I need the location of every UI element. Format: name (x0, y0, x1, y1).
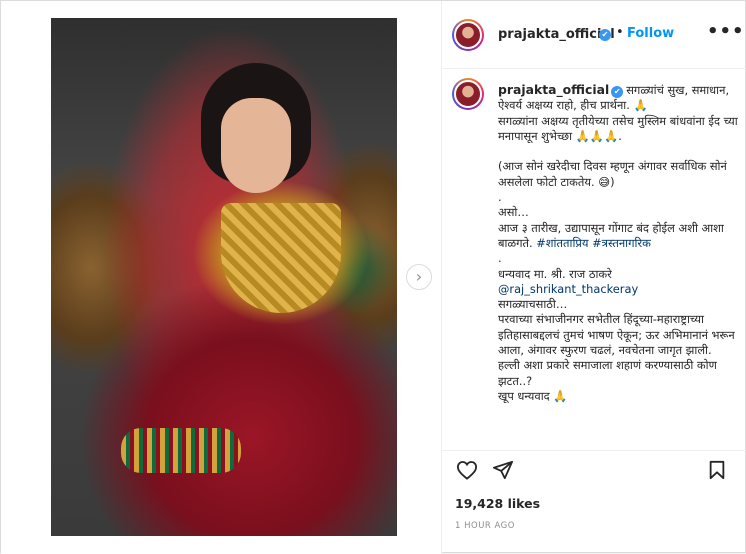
caption-text: . धन्यवाद मा. श्री. राज ठाकरे (498, 251, 612, 281)
post-header: prajakta_official ✔ • Follow ••• (442, 1, 746, 69)
post-panel: prajakta_official ✔ • Follow ••• prajakt… (441, 1, 746, 554)
more-options-icon[interactable]: ••• (707, 21, 745, 42)
avatar[interactable] (452, 19, 484, 51)
photo-detail (221, 98, 291, 193)
post-timestamp[interactable]: 1 HOUR AGO (455, 521, 515, 531)
caption-username[interactable]: prajakta_official (498, 82, 609, 97)
verified-badge-icon: ✔ (611, 86, 624, 98)
avatar[interactable] (452, 78, 484, 110)
media-column: › (1, 1, 441, 554)
likes-count[interactable]: 19,428 likes (455, 496, 540, 511)
paper-plane-icon[interactable] (492, 460, 514, 484)
post-actions: 19,428 likes 1 HOUR AGO (442, 450, 746, 554)
author-username[interactable]: prajakta_official (498, 27, 615, 42)
caption-area: prajakta_official ✔ सगळ्यांचं सुख, समाधान,… (442, 70, 746, 450)
mention-link[interactable]: @raj_shrikant_thackeray (498, 282, 638, 296)
post-dialog: › prajakta_official ✔ • Follow ••• praja… (0, 0, 746, 554)
post-caption: prajakta_official ✔ सगळ्यांचं सुख, समाधान,… (498, 82, 746, 404)
verified-badge-icon: ✔ (599, 29, 611, 41)
post-photo[interactable] (51, 18, 397, 536)
heart-icon[interactable] (456, 460, 478, 484)
hashtag-link[interactable]: #त्रस्तनागरिक (592, 236, 651, 250)
caption-text: सगळ्यांचं सुख, समाधान, ऐश्वर्य अक्षय्य र… (498, 83, 738, 250)
header-separator: • (616, 25, 624, 40)
caption-text: सगळ्याचसाठी… परवाच्या संभाजीनगर सभेतील ह… (498, 297, 735, 403)
next-photo-button[interactable]: › (406, 264, 432, 290)
photo-detail (221, 203, 341, 313)
hashtag-link[interactable]: #शांतताप्रिय (536, 236, 588, 250)
photo-detail (121, 428, 241, 473)
bookmark-icon[interactable] (708, 460, 726, 484)
follow-button[interactable]: Follow (627, 26, 674, 41)
